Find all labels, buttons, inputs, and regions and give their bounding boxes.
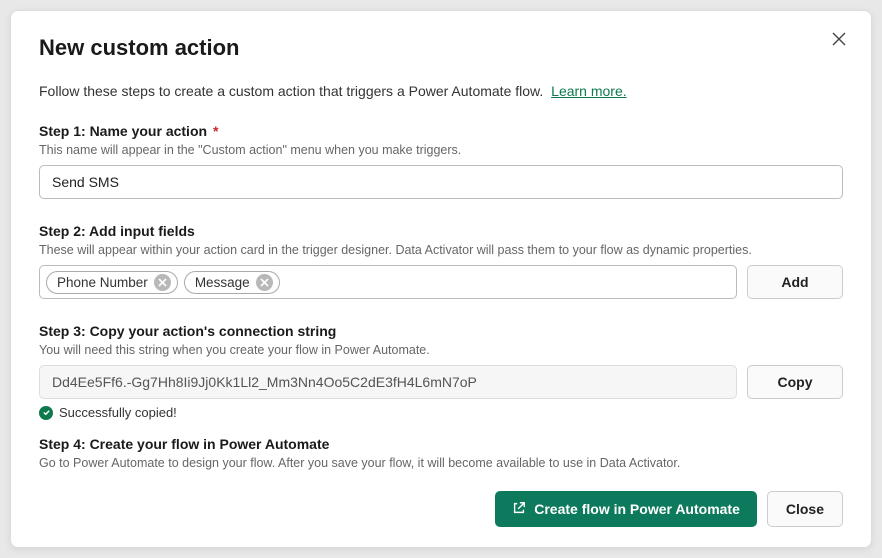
intro-text-content: Follow these steps to create a custom ac… xyxy=(39,83,543,99)
remove-tag-icon[interactable] xyxy=(154,274,171,291)
connection-string-input[interactable] xyxy=(39,365,737,399)
add-button[interactable]: Add xyxy=(747,265,843,299)
copy-button[interactable]: Copy xyxy=(747,365,843,399)
copy-success-message: Successfully copied! xyxy=(39,405,843,420)
tag-label: Message xyxy=(195,275,250,290)
required-asterisk: * xyxy=(213,123,218,139)
tag-message: Message xyxy=(184,271,280,294)
step1-desc: This name will appear in the "Custom act… xyxy=(39,143,843,157)
close-icon[interactable] xyxy=(829,29,849,49)
step4-desc: Go to Power Automate to design your flow… xyxy=(39,456,843,470)
tag-phone-number: Phone Number xyxy=(46,271,178,294)
dialog-title: New custom action xyxy=(39,35,843,61)
create-flow-button[interactable]: Create flow in Power Automate xyxy=(495,491,757,527)
tag-label: Phone Number xyxy=(57,275,148,290)
step2-title: Step 2: Add input fields xyxy=(39,223,843,239)
learn-more-link[interactable]: Learn more. xyxy=(551,83,626,99)
close-button[interactable]: Close xyxy=(767,491,843,527)
new-custom-action-dialog: New custom action Follow these steps to … xyxy=(10,10,872,548)
step1-title: Step 1: Name your action * xyxy=(39,123,843,139)
success-text: Successfully copied! xyxy=(59,405,177,420)
dialog-footer: Create flow in Power Automate Close xyxy=(495,491,843,527)
step4-title: Step 4: Create your flow in Power Automa… xyxy=(39,436,843,452)
step3-desc: You will need this string when you creat… xyxy=(39,343,843,357)
success-check-icon xyxy=(39,406,53,420)
external-link-icon xyxy=(512,501,526,518)
action-name-input[interactable] xyxy=(39,165,843,199)
intro-text: Follow these steps to create a custom ac… xyxy=(39,83,843,99)
input-fields-box[interactable]: Phone Number Message xyxy=(39,265,737,299)
step2-desc: These will appear within your action car… xyxy=(39,243,843,257)
step3-title: Step 3: Copy your action's connection st… xyxy=(39,323,843,339)
step1-title-text: Step 1: Name your action xyxy=(39,123,207,139)
remove-tag-icon[interactable] xyxy=(256,274,273,291)
create-flow-label: Create flow in Power Automate xyxy=(534,501,740,517)
